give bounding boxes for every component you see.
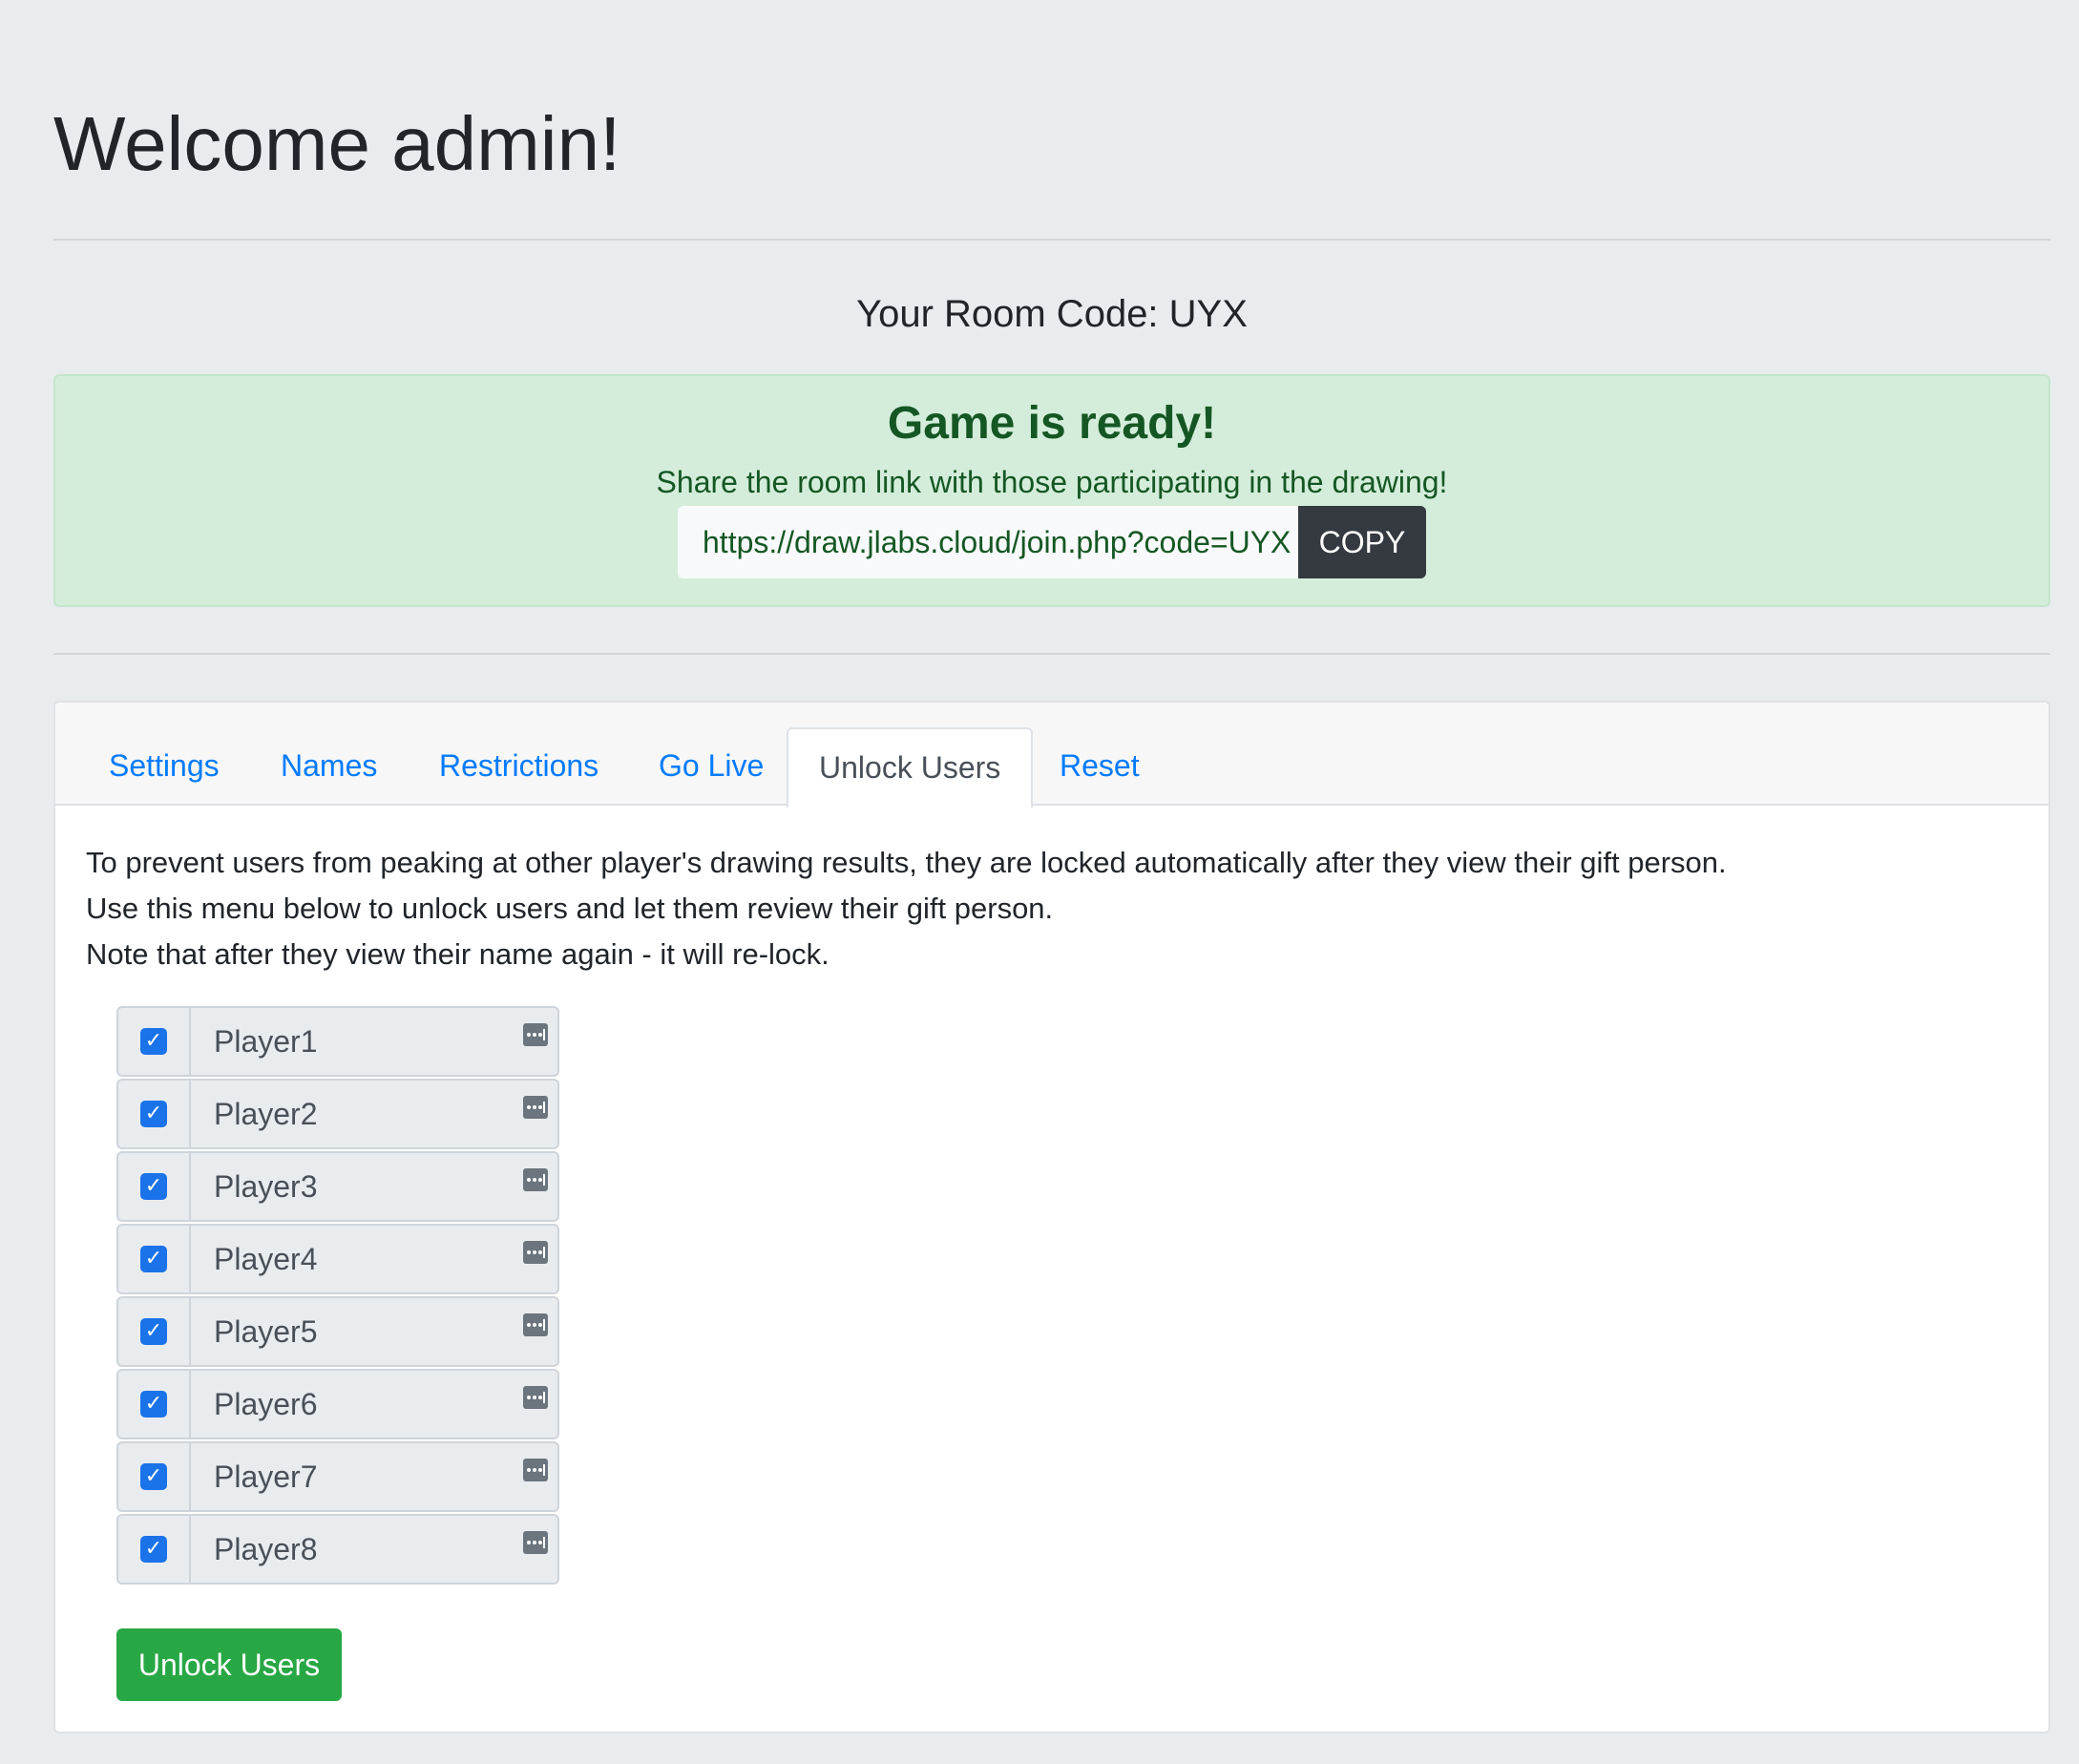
info-line-2: Use this menu below to unlock users and … xyxy=(86,892,1054,925)
ellipsis-icon[interactable] xyxy=(523,1168,548,1191)
admin-card: Settings Names Restrictions Go Live Unlo… xyxy=(53,701,2050,1733)
check-icon[interactable]: ✓ xyxy=(140,1028,167,1055)
check-icon[interactable]: ✓ xyxy=(140,1391,167,1418)
user-name: Player6 xyxy=(214,1387,318,1421)
info-line-1: To prevent users from peaking at other p… xyxy=(86,846,1727,879)
tab-reset[interactable]: Reset xyxy=(1060,727,1140,804)
check-icon[interactable]: ✓ xyxy=(140,1173,167,1200)
page: Welcome admin! Your Room Code: UYX Game … xyxy=(53,0,2050,1733)
tab-names[interactable]: Names xyxy=(281,727,377,804)
relock-note: Note that after they view their name aga… xyxy=(86,937,830,971)
user-name-field: Player4 xyxy=(191,1224,559,1294)
ellipsis-icon[interactable] xyxy=(523,1386,548,1409)
user-name: Player5 xyxy=(214,1314,318,1349)
checkbox-cell: ✓ xyxy=(116,1441,191,1512)
room-code-label: Your Room Code: xyxy=(856,293,1159,335)
check-icon[interactable]: ✓ xyxy=(140,1101,167,1127)
user-name: Player4 xyxy=(214,1242,318,1276)
divider xyxy=(53,239,2050,241)
room-code: Your Room Code: UYX xyxy=(53,292,2050,336)
checkbox-cell: ✓ xyxy=(116,1224,191,1294)
ellipsis-icon[interactable] xyxy=(523,1531,548,1554)
user-list: ✓ Player1 ✓ Player2 ✓ Player3 ✓ Player4 … xyxy=(116,1006,2018,1585)
divider xyxy=(53,653,2050,655)
room-link-group: https://draw.jlabs.cloud/join.php?code=U… xyxy=(55,506,2048,578)
checkbox-cell: ✓ xyxy=(116,1369,191,1439)
checkbox-cell: ✓ xyxy=(116,1296,191,1367)
user-name: Player1 xyxy=(214,1024,318,1059)
checkbox-cell: ✓ xyxy=(116,1006,191,1077)
user-row: ✓ Player2 xyxy=(116,1079,2018,1149)
unlock-users-panel: To prevent users from peaking at other p… xyxy=(55,806,2048,1701)
tab-settings[interactable]: Settings xyxy=(109,727,220,804)
user-name: Player8 xyxy=(214,1532,318,1566)
user-row: ✓ Player3 xyxy=(116,1151,2018,1222)
check-icon[interactable]: ✓ xyxy=(140,1463,167,1490)
page-title: Welcome admin! xyxy=(53,101,621,186)
tab-restrictions[interactable]: Restrictions xyxy=(439,727,598,804)
check-icon[interactable]: ✓ xyxy=(140,1246,167,1272)
tab-unlock-users[interactable]: Unlock Users xyxy=(787,727,1034,808)
ellipsis-icon[interactable] xyxy=(523,1459,548,1481)
user-name-field: Player2 xyxy=(191,1079,559,1149)
user-row: ✓ Player8 xyxy=(116,1514,2018,1585)
user-row: ✓ Player7 xyxy=(116,1441,2018,1512)
user-name: Player2 xyxy=(214,1097,318,1131)
ellipsis-icon[interactable] xyxy=(523,1023,548,1046)
user-name: Player7 xyxy=(214,1460,318,1494)
user-name-field: Player8 xyxy=(191,1514,559,1585)
checkbox-cell: ✓ xyxy=(116,1151,191,1222)
check-icon[interactable]: ✓ xyxy=(140,1536,167,1563)
user-name-field: Player3 xyxy=(191,1151,559,1222)
checkbox-cell: ✓ xyxy=(116,1514,191,1585)
tab-go-live[interactable]: Go Live xyxy=(659,727,764,804)
room-link-field[interactable]: https://draw.jlabs.cloud/join.php?code=U… xyxy=(678,506,1298,578)
unlock-users-button[interactable]: Unlock Users xyxy=(116,1628,342,1701)
user-row: ✓ Player1 xyxy=(116,1006,2018,1077)
tab-bar: Settings Names Restrictions Go Live Unlo… xyxy=(55,703,2048,808)
user-row: ✓ Player4 xyxy=(116,1224,2018,1294)
game-ready-alert: Game is ready! Share the room link with … xyxy=(53,374,2050,607)
user-name-field: Player6 xyxy=(191,1369,559,1439)
user-name-field: Player7 xyxy=(191,1441,559,1512)
ellipsis-icon[interactable] xyxy=(523,1313,548,1336)
user-name-field: Player5 xyxy=(191,1296,559,1367)
user-row: ✓ Player6 xyxy=(116,1369,2018,1439)
checkbox-cell: ✓ xyxy=(116,1079,191,1149)
check-icon[interactable]: ✓ xyxy=(140,1318,167,1345)
alert-text: Share the room link with those participa… xyxy=(656,465,1448,499)
user-row: ✓ Player5 xyxy=(116,1296,2018,1367)
ellipsis-icon[interactable] xyxy=(523,1241,548,1264)
alert-title: Game is ready! xyxy=(887,398,1217,449)
user-name: Player3 xyxy=(214,1169,318,1204)
user-name-field: Player1 xyxy=(191,1006,559,1077)
copy-button[interactable]: COPY xyxy=(1298,506,1426,578)
room-code-value: UYX xyxy=(1168,293,1248,335)
ellipsis-icon[interactable] xyxy=(523,1096,548,1119)
